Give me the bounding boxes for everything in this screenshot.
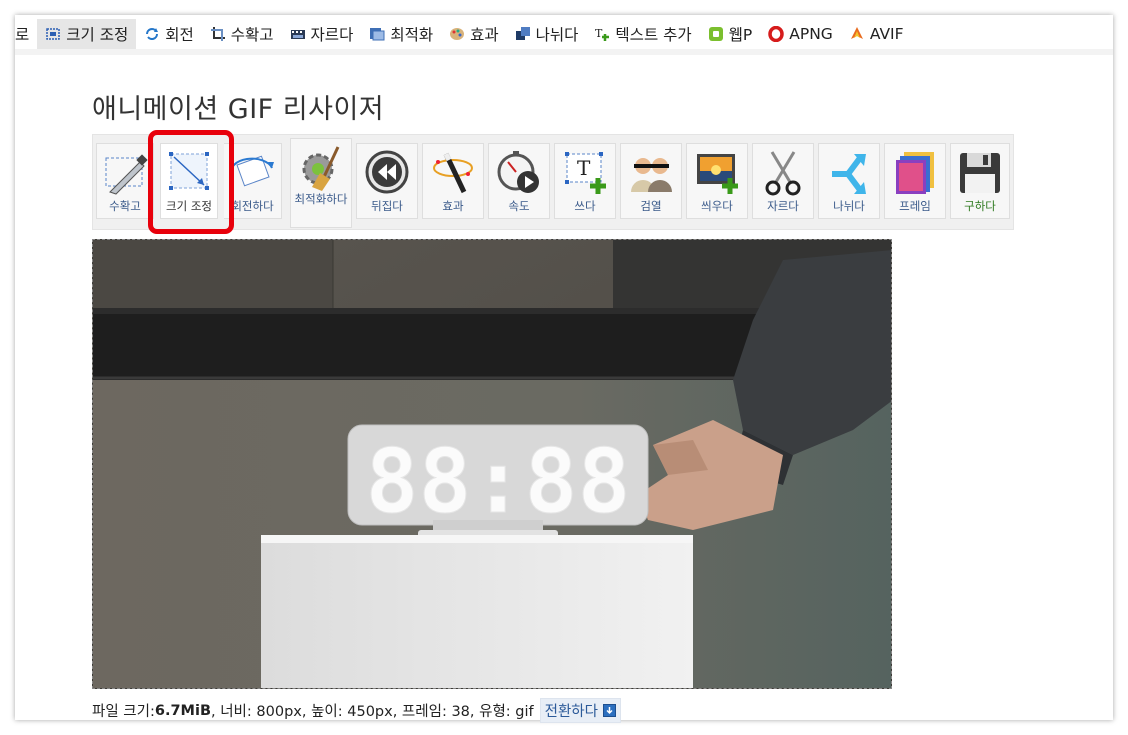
tool-label: 구하다 [964,199,996,213]
tool-label: 회전하다 [231,199,274,213]
convert-label: 전환하다 [544,704,598,720]
convert-button[interactable]: 전환하다 [539,698,621,723]
download-arrow-icon [603,704,616,717]
tool-overlay[interactable]: 씌우다 [686,143,748,219]
tool-write[interactable]: T 쓰다 [554,143,616,219]
nav-item-label: 로 [15,26,30,44]
clock-device: 88:88 [347,424,649,542]
tool-frames[interactable]: 프레임 [884,143,946,219]
tool-label: 자르다 [767,199,799,213]
apng-icon [768,26,785,42]
nav-item-partial[interactable]: 로 [15,19,37,49]
frames-icon [896,152,934,194]
split-arrow-icon [832,154,866,194]
crop-icon [210,27,225,41]
nav-item-label: 최적화 [390,26,434,44]
censor-people-icon [631,158,672,192]
file-details: , 너비: 800px, 높이: 450px, 프레임: 38, 유형: gif [211,704,534,720]
nav-item-label: 텍스트 추가 [615,26,692,44]
nav-item-label: 효과 [470,26,499,44]
nav-item-label: 회전 [165,26,194,44]
nav-item-crop[interactable]: 수확고 [202,19,282,49]
rotate-icon [146,28,159,40]
tool-censor[interactable]: 검열 [620,143,682,219]
effects-palette-icon [450,28,465,40]
file-info: 파일 크기: 6.7MiB , 너비: 800px, 높이: 450px, 프레… [92,698,621,723]
tool-bar: 수확고 크기 조정 회전하다 최적화하다 뒤집다 효과 속도 T 쓰다 검열 씌… [92,134,1014,230]
resize-icon [46,28,61,40]
tool-label: 크기 조정 [166,199,212,213]
webp-icon [708,27,723,41]
save-floppy-icon [960,153,1000,193]
nav-item-split[interactable]: 나뉘다 [507,19,587,49]
add-text-icon: T [595,27,610,41]
file-size-value: 6.7MiB [154,702,211,719]
tool-crop[interactable]: 수확고 [96,143,154,219]
preview-image: 88:88 [93,240,891,688]
nav-item-avif[interactable]: AVIF [841,19,912,49]
speed-stopwatch-icon [497,151,539,193]
nav-item-resize[interactable]: 크기 조정 [37,19,137,49]
rotate-icon [229,155,274,187]
tool-effects[interactable]: 효과 [422,143,484,219]
tool-label: 쓰다 [574,199,596,213]
film-cut-icon [290,30,305,39]
tool-rotate[interactable]: 회전하다 [224,143,282,219]
crop-knife-icon [105,154,148,195]
nav-item-label: 크기 조정 [66,26,129,44]
scissors-icon [765,151,801,196]
tool-label: 검열 [640,199,662,213]
nav-item-add-text[interactable]: T 텍스트 추가 [586,19,699,49]
nav-item-label: AVIF [869,25,904,43]
tool-label: 뒤집다 [371,199,403,213]
tool-label: 씌우다 [701,199,733,213]
tool-speed[interactable]: 속도 [488,143,550,219]
page-frame: 로 크기 조정 회전 수확고 자르다 최적화 효과 나뉘다 T 텍스트 추가 웹… [15,15,1113,723]
overlay-image-icon [697,154,738,194]
tool-label: 속도 [508,199,530,213]
nav-item-apng[interactable]: APNG [760,19,841,49]
nav-item-rotate[interactable]: 회전 [136,19,202,49]
svg-text:T: T [577,156,591,180]
magic-wand-icon [433,152,473,194]
nav-item-webp[interactable]: 웹P [700,19,761,49]
tool-cut[interactable]: 자르다 [752,143,814,219]
split-icon [515,27,530,40]
optimize-icon [370,28,385,41]
nav-shadow [15,49,1113,55]
nav-item-cut[interactable]: 자르다 [282,19,362,49]
tool-label: 수확고 [109,199,141,213]
avif-icon [850,27,863,39]
nav-item-effects[interactable]: 효과 [441,19,507,49]
tool-resize[interactable]: 크기 조정 [160,143,218,219]
top-navigation: 로 크기 조정 회전 수확고 자르다 최적화 효과 나뉘다 T 텍스트 추가 웹… [15,19,1113,50]
write-text-icon: T [565,152,606,194]
tool-optimize[interactable]: 최적화하다 [290,138,352,228]
gif-preview: 88:88 [92,239,892,689]
resize-icon [169,152,209,190]
tool-label: 최적화하다 [294,192,348,206]
nav-item-label: 자르다 [310,26,354,44]
file-size-label: 파일 크기: [92,704,155,720]
page-title: 애니메이션 GIF 리사이저 [92,94,385,125]
clock-digits: 88:88 [366,430,631,533]
tool-save[interactable]: 구하다 [950,143,1010,219]
nav-item-label: 수확고 [230,26,274,44]
reverse-icon [365,150,409,194]
tool-label: 프레임 [899,199,931,213]
svg-text:T: T [595,27,603,40]
nav-item-optimize[interactable]: 최적화 [361,19,441,49]
tool-reverse[interactable]: 뒤집다 [356,143,418,219]
tool-label: 효과 [442,199,464,213]
nav-item-label: 웹P [728,26,753,44]
nav-item-label: APNG [789,25,833,43]
tool-split[interactable]: 나뉘다 [818,143,880,219]
optimize-gear-broom-icon [302,146,340,191]
nav-item-label: 나뉘다 [535,26,579,44]
tool-label: 나뉘다 [833,199,865,213]
